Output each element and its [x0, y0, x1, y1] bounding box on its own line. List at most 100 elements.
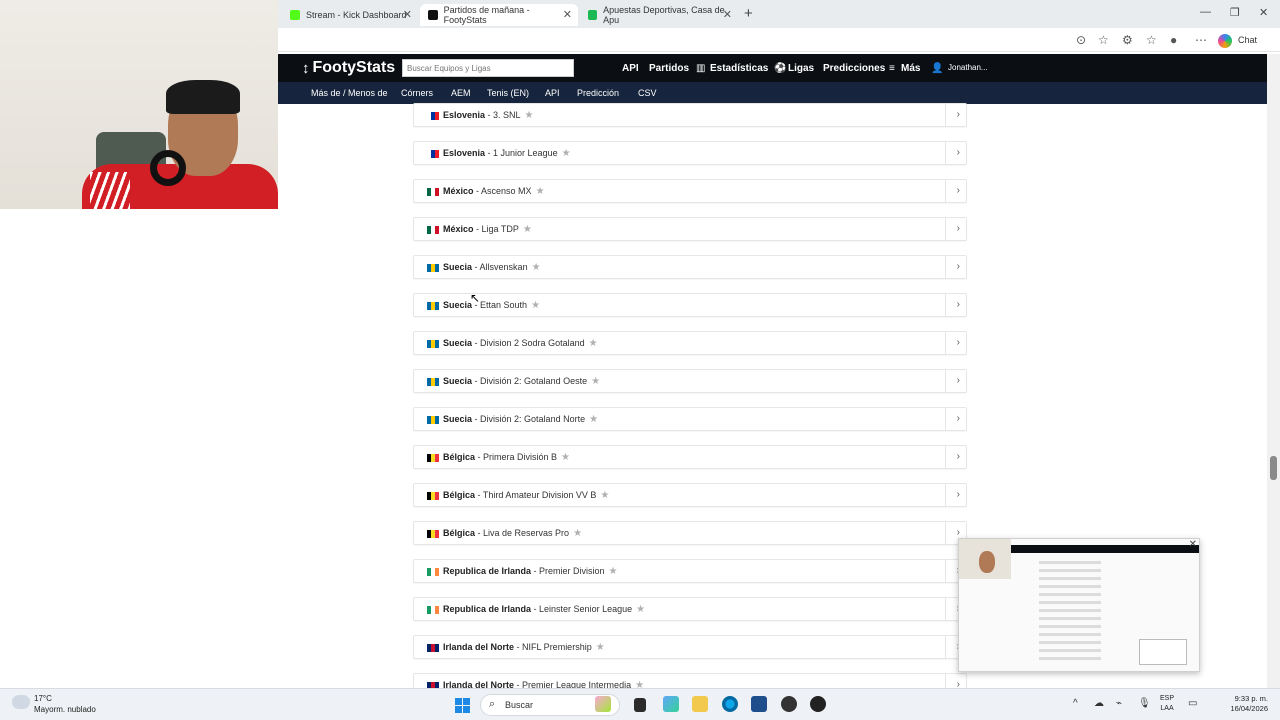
scrollbar-thumb[interactable]: [1270, 456, 1277, 480]
subnav-api[interactable]: API: [545, 88, 560, 98]
favorite-star-icon[interactable]: ★: [532, 262, 541, 273]
league-row[interactable]: Suecia - División 2: Gotaland Oeste ★ ›: [413, 369, 967, 393]
favorite-star-icon[interactable]: ★: [591, 376, 600, 387]
flowers-widget-icon[interactable]: [595, 696, 611, 712]
network-icon[interactable]: ⌁: [1116, 698, 1122, 709]
league-row[interactable]: México - Ascenso MX ★ ›: [413, 179, 967, 203]
tab-kick[interactable]: Stream - Kick Dashboard ✕: [282, 4, 418, 26]
chevron-right-icon[interactable]: ›: [957, 413, 960, 424]
league-row[interactable]: Bélgica - Liva de Reservas Pro ★ ›: [413, 521, 967, 545]
league-row[interactable]: Suecia - Ettan South ★ ›: [413, 293, 967, 317]
subnav-aem[interactable]: AEM: [451, 88, 471, 98]
microphone-icon[interactable]: 🎙: [1138, 698, 1151, 709]
nav-estadisticas[interactable]: Estadísticas: [710, 63, 768, 74]
close-icon[interactable]: ✕: [1189, 539, 1197, 550]
favorite-star-icon[interactable]: ★: [562, 148, 571, 159]
nav-predicciones[interactable]: Predicciones: [823, 63, 885, 74]
country-flag-icon: [427, 416, 439, 424]
close-icon[interactable]: ✕: [403, 8, 412, 21]
favorite-star-icon[interactable]: ★: [573, 528, 582, 539]
weather-temperature[interactable]: 17°C: [34, 694, 52, 703]
chevron-right-icon[interactable]: ›: [957, 489, 960, 500]
favorite-star-icon[interactable]: ★: [589, 338, 598, 349]
favorite-star-icon[interactable]: ★: [636, 604, 645, 615]
league-row[interactable]: Bélgica - Primera División B ★ ›: [413, 445, 967, 469]
nav-mas[interactable]: Más: [901, 63, 920, 74]
clock[interactable]: 9:33 p. m. 16/04/2026: [1208, 694, 1268, 714]
tab-footystats[interactable]: Partidos de mañana - FootyStats ✕: [420, 4, 578, 26]
league-row[interactable]: México - Liga TDP ★ ›: [413, 217, 967, 241]
league-row[interactable]: Bélgica - Third Amateur Division VV B ★ ›: [413, 483, 967, 507]
close-icon[interactable]: ✕: [563, 8, 572, 21]
weather-description[interactable]: Mayorm. nublado: [34, 705, 96, 714]
chevron-right-icon[interactable]: ›: [957, 337, 960, 348]
reading-icon[interactable]: ⊙: [1076, 33, 1086, 47]
chevron-right-icon[interactable]: ›: [957, 527, 960, 538]
league-row[interactable]: Irlanda del Norte - NIFL Premiership★›: [413, 635, 967, 659]
extensions-icon[interactable]: ⚙: [1122, 33, 1133, 47]
chevron-up-icon[interactable]: ^: [1073, 698, 1078, 709]
favorite-star-icon[interactable]: ★: [525, 110, 534, 121]
windows-start-icon[interactable]: [455, 698, 470, 713]
cloud-icon[interactable]: [12, 695, 30, 709]
chat-button[interactable]: Chat: [1238, 35, 1257, 45]
display-icon[interactable]: ▭: [1188, 698, 1197, 709]
maximize-icon[interactable]: ❐: [1230, 6, 1240, 19]
collections-icon[interactable]: ☆: [1146, 33, 1157, 47]
profile-icon[interactable]: ●: [1170, 33, 1177, 47]
subnav-csv[interactable]: CSV: [638, 88, 657, 98]
favorite-star-icon[interactable]: ★: [589, 414, 598, 425]
league-row[interactable]: Suecia - Division 2 Sodra Gotaland ★ ›: [413, 331, 967, 355]
screen-preview-window[interactable]: ✕: [958, 538, 1200, 672]
language-indicator[interactable]: ESP LAA: [1160, 694, 1174, 714]
new-tab-icon[interactable]: +: [744, 5, 753, 22]
search-input[interactable]: [402, 59, 574, 77]
close-icon[interactable]: ✕: [723, 8, 732, 21]
copilot-app-icon[interactable]: [663, 696, 679, 712]
favorite-star-icon[interactable]: ★: [536, 186, 545, 197]
footystats-logo[interactable]: ↕ FootyStats: [302, 59, 395, 77]
chevron-right-icon[interactable]: ›: [957, 375, 960, 386]
nav-api[interactable]: API: [622, 63, 639, 74]
league-row[interactable]: Republica de Irlanda - Leinster Senior L…: [413, 597, 967, 621]
onedrive-icon[interactable]: ☁: [1094, 698, 1104, 709]
league-row[interactable]: Suecia - Allsvenskan ★ ›: [413, 255, 967, 279]
edge-icon[interactable]: [722, 696, 738, 712]
nav-partidos[interactable]: Partidos: [649, 63, 689, 74]
file-explorer-icon[interactable]: [692, 696, 708, 712]
subnav-prediccion[interactable]: Predicción: [577, 88, 619, 98]
tab-betting[interactable]: Apuestas Deportivas, Casa de Apu ✕: [580, 4, 738, 26]
chevron-right-icon[interactable]: ›: [957, 299, 960, 310]
favorite-star-icon[interactable]: ★: [609, 566, 618, 577]
minimize-icon[interactable]: —: [1200, 6, 1211, 18]
favorite-star-icon[interactable]: ★: [600, 490, 609, 501]
obs-icon[interactable]: [781, 696, 797, 712]
subnav-over-under[interactable]: Más de / Menos de: [311, 88, 388, 98]
favorite-star-icon[interactable]: ★: [596, 642, 605, 653]
copilot-icon[interactable]: [1218, 34, 1232, 48]
store-icon[interactable]: [751, 696, 767, 712]
league-row[interactable]: Eslovenia - 3. SNL ★ ›: [413, 103, 967, 127]
favorite-star-icon[interactable]: ★: [523, 224, 532, 235]
chevron-right-icon[interactable]: ›: [957, 451, 960, 462]
more-options-icon[interactable]: ⋯: [1195, 33, 1207, 47]
subnav-tennis[interactable]: Tenis (EN): [487, 88, 529, 98]
chevron-right-icon[interactable]: ›: [957, 109, 960, 120]
league-row[interactable]: Suecia - División 2: Gotaland Norte ★ ›: [413, 407, 967, 431]
subnav-corners[interactable]: Córners: [401, 88, 433, 98]
favorite-star-icon[interactable]: ★: [531, 300, 540, 311]
league-row[interactable]: Republica de Irlanda - Premier Division ★…: [413, 559, 967, 583]
league-row[interactable]: Eslovenia - 1 Junior League ★ ›: [413, 141, 967, 165]
media-player-icon[interactable]: [810, 696, 826, 712]
chevron-right-icon[interactable]: ›: [957, 261, 960, 272]
page-scrollbar[interactable]: [1267, 54, 1280, 688]
favorite-star-icon[interactable]: ★: [561, 452, 570, 463]
user-name[interactable]: Jonathan...: [948, 63, 988, 72]
favorite-star-icon[interactable]: ☆: [1098, 33, 1109, 47]
close-window-icon[interactable]: ✕: [1259, 6, 1268, 19]
chevron-right-icon[interactable]: ›: [957, 185, 960, 196]
task-view-icon[interactable]: [634, 698, 646, 712]
chevron-right-icon[interactable]: ›: [957, 147, 960, 158]
chevron-right-icon[interactable]: ›: [957, 223, 960, 234]
nav-ligas[interactable]: Ligas: [788, 63, 814, 74]
